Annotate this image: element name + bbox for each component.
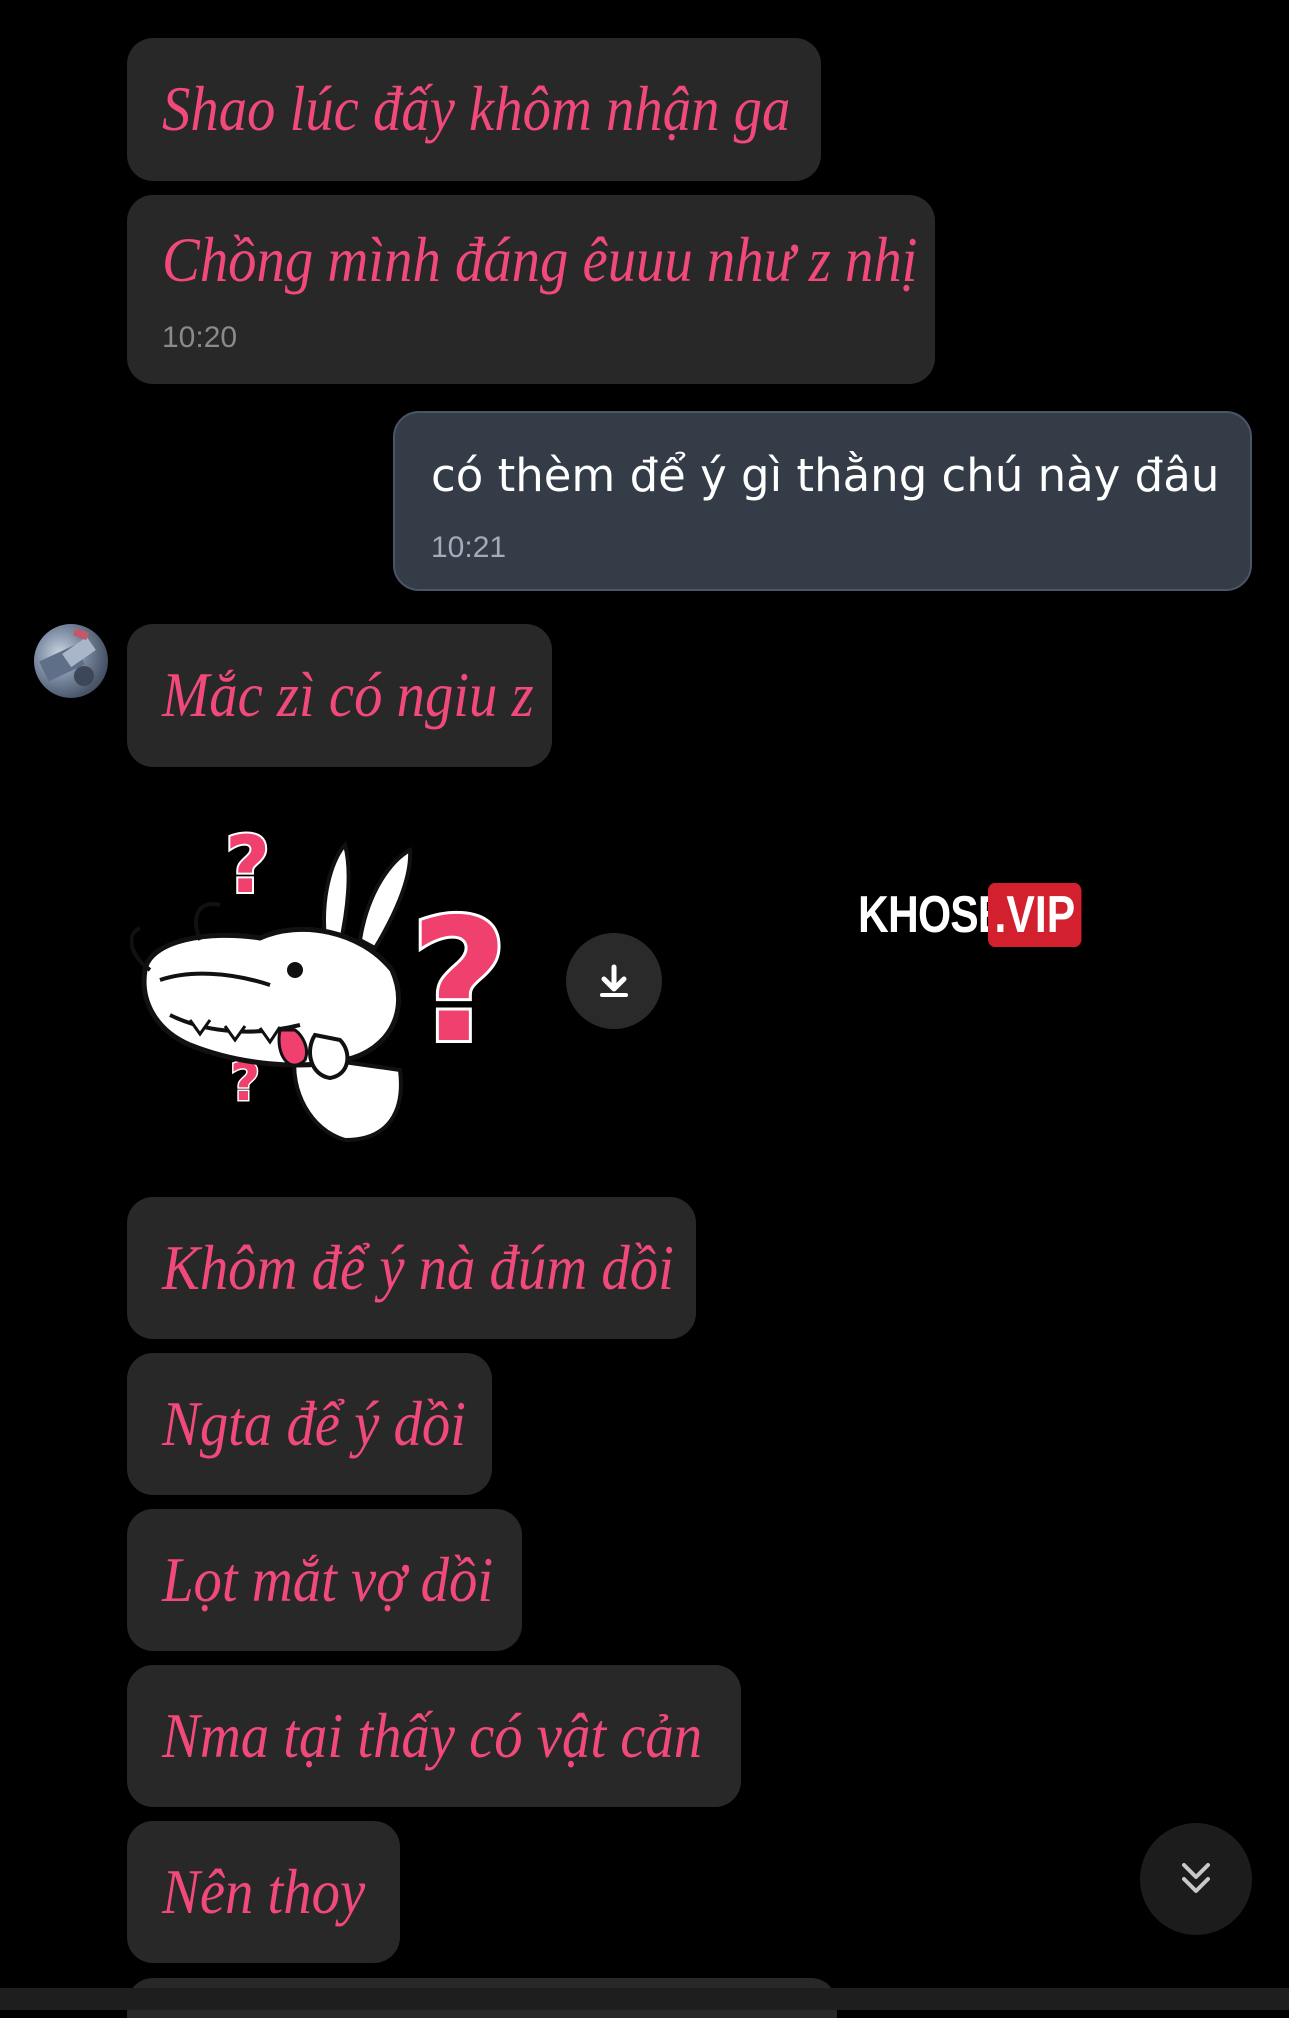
dragon-question-sticker[interactable]: ? ? ? — [129, 819, 540, 1150]
message-text: Chồng mình đáng êuuu như z nhị — [162, 225, 918, 295]
message-text: Nma tại thấy có vật cản — [162, 1701, 703, 1771]
message-timestamp: 10:20 — [162, 321, 238, 354]
message-bubble-incoming[interactable]: Nên thoy — [127, 1821, 400, 1963]
scroll-to-bottom-button[interactable] — [1140, 1823, 1252, 1935]
message-bubble-incoming[interactable]: Lọt mắt vợ dồi — [127, 1509, 522, 1651]
message-bubble-incoming[interactable]: Nma tại thấy có vật cản — [127, 1665, 741, 1807]
avatar[interactable] — [34, 624, 108, 698]
message-text: Nên thoy — [162, 1857, 366, 1927]
watermark-badge: .VIP — [988, 883, 1082, 947]
message-text: có thèm để ý gì thằng chú này đâu — [431, 449, 1220, 502]
message-bubble-outgoing[interactable]: có thèm để ý gì thằng chú này đâu 10:21 — [393, 411, 1252, 591]
message-text: Ngta để ý dồi — [162, 1389, 466, 1459]
dragon-icon: ? ? ? — [129, 819, 512, 1143]
avatar-image — [39, 627, 96, 686]
download-icon — [600, 964, 628, 997]
svg-text:?: ? — [410, 883, 509, 1081]
message-text: Lọt mắt vợ dồi — [162, 1545, 494, 1615]
watermark-text: KHOSEX — [858, 886, 1034, 944]
watermark-logo: KHOSEX .VIP — [858, 880, 1102, 950]
message-bubble-incoming[interactable]: Ngta để ý dồi — [127, 1353, 492, 1495]
message-bubble-incoming[interactable]: Shao lúc đấy khôm nhận ga — [127, 38, 821, 181]
message-text: Mắc zì có ngiu z — [162, 660, 534, 730]
message-bubble-incoming[interactable]: Mắc zì có ngiu z — [127, 624, 552, 767]
composer-bar-edge — [0, 1988, 1289, 2010]
double-chevron-down-icon — [1182, 1863, 1210, 1893]
message-text: Shao lúc đấy khôm nhận ga — [162, 74, 791, 144]
svg-text:?: ? — [225, 821, 270, 911]
download-button[interactable] — [566, 933, 662, 1029]
message-bubble-incoming[interactable]: Chồng mình đáng êuuu như z nhị 10:20 — [127, 195, 935, 384]
message-bubble-incoming[interactable]: Khôm để ý nà đúm dồi — [127, 1197, 696, 1339]
message-text: Khôm để ý nà đúm dồi — [162, 1233, 674, 1303]
message-timestamp: 10:21 — [431, 531, 507, 564]
